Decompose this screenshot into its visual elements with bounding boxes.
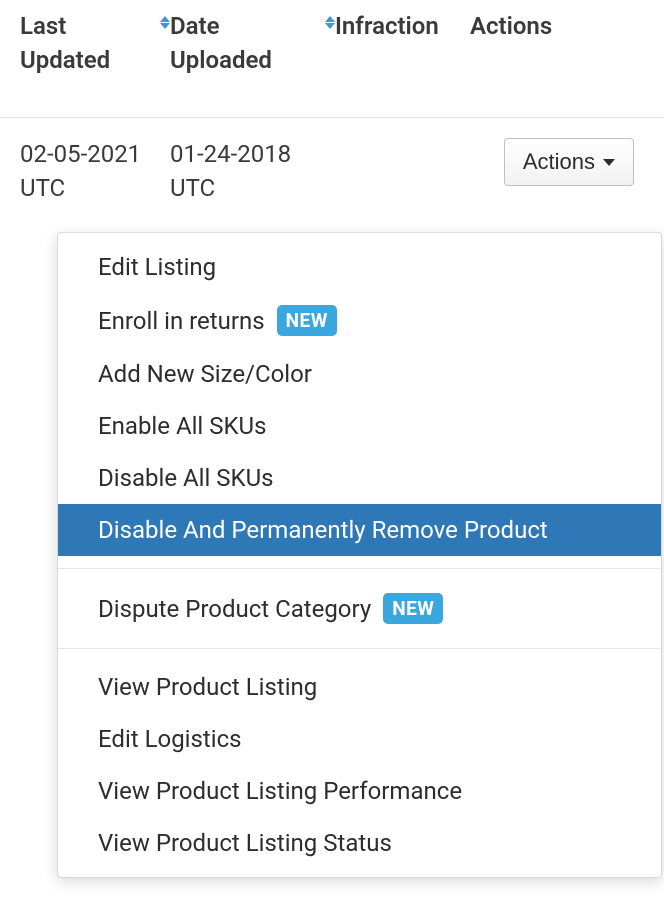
menu-item-label: Edit Listing bbox=[98, 253, 216, 281]
new-badge: NEW bbox=[277, 305, 337, 336]
menu-item-dispute-category[interactable]: Dispute Product Category NEW bbox=[58, 581, 661, 636]
cell-date-uploaded: 01-24-2018 UTC bbox=[170, 138, 335, 205]
menu-item-disable-remove-product[interactable]: Disable And Permanently Remove Product bbox=[58, 504, 661, 556]
column-header-date-uploaded[interactable]: Date Uploaded bbox=[170, 10, 335, 77]
column-header-label: Date Uploaded bbox=[170, 10, 317, 77]
menu-item-label: Disable And Permanently Remove Product bbox=[98, 516, 548, 544]
menu-item-label: Enroll in returns bbox=[98, 307, 265, 335]
column-header-infraction[interactable]: Infraction bbox=[335, 10, 470, 77]
menu-item-label: Add New Size/Color bbox=[98, 360, 312, 388]
menu-item-label: Dispute Product Category bbox=[98, 595, 371, 623]
column-header-label: Actions bbox=[470, 10, 552, 44]
menu-item-label: Enable All SKUs bbox=[98, 412, 266, 440]
column-header-last-updated[interactable]: Last Updated bbox=[20, 10, 170, 77]
menu-item-label: Disable All SKUs bbox=[98, 464, 274, 492]
menu-item-label: View Product Listing bbox=[98, 673, 317, 701]
menu-item-view-status[interactable]: View Product Listing Status bbox=[58, 817, 661, 869]
menu-divider bbox=[58, 648, 661, 649]
table-row: 02-05-2021 UTC 01-24-2018 UTC Actions bbox=[20, 138, 644, 205]
table-header: Last Updated Date Uploaded Infraction Ac… bbox=[0, 0, 664, 117]
actions-dropdown-menu: Edit Listing Enroll in returns NEW Add N… bbox=[57, 232, 662, 878]
menu-item-label: Edit Logistics bbox=[98, 725, 242, 753]
menu-item-enable-all-skus[interactable]: Enable All SKUs bbox=[58, 400, 661, 452]
menu-item-label: View Product Listing Performance bbox=[98, 777, 462, 805]
column-header-label: Last Updated bbox=[20, 10, 152, 77]
new-badge: NEW bbox=[383, 593, 443, 624]
menu-item-disable-all-skus[interactable]: Disable All SKUs bbox=[58, 452, 661, 504]
sort-icon bbox=[160, 16, 170, 29]
menu-item-label: View Product Listing Status bbox=[98, 829, 392, 857]
menu-item-view-performance[interactable]: View Product Listing Performance bbox=[58, 765, 661, 817]
menu-item-enroll-returns[interactable]: Enroll in returns NEW bbox=[58, 293, 661, 348]
caret-down-icon bbox=[603, 159, 615, 166]
actions-button-label: Actions bbox=[523, 149, 595, 175]
menu-item-edit-logistics[interactable]: Edit Logistics bbox=[58, 713, 661, 765]
table-body: 02-05-2021 UTC 01-24-2018 UTC Actions bbox=[0, 117, 664, 205]
column-header-label: Infraction bbox=[335, 10, 439, 44]
sort-icon bbox=[325, 16, 335, 29]
menu-item-edit-listing[interactable]: Edit Listing bbox=[58, 241, 661, 293]
menu-divider bbox=[58, 568, 661, 569]
menu-item-view-listing[interactable]: View Product Listing bbox=[58, 661, 661, 713]
actions-dropdown-button[interactable]: Actions bbox=[504, 138, 634, 186]
column-header-actions: Actions bbox=[470, 10, 644, 77]
cell-actions: Actions bbox=[470, 138, 644, 186]
cell-last-updated: 02-05-2021 UTC bbox=[20, 138, 170, 205]
menu-item-add-size-color[interactable]: Add New Size/Color bbox=[58, 348, 661, 400]
